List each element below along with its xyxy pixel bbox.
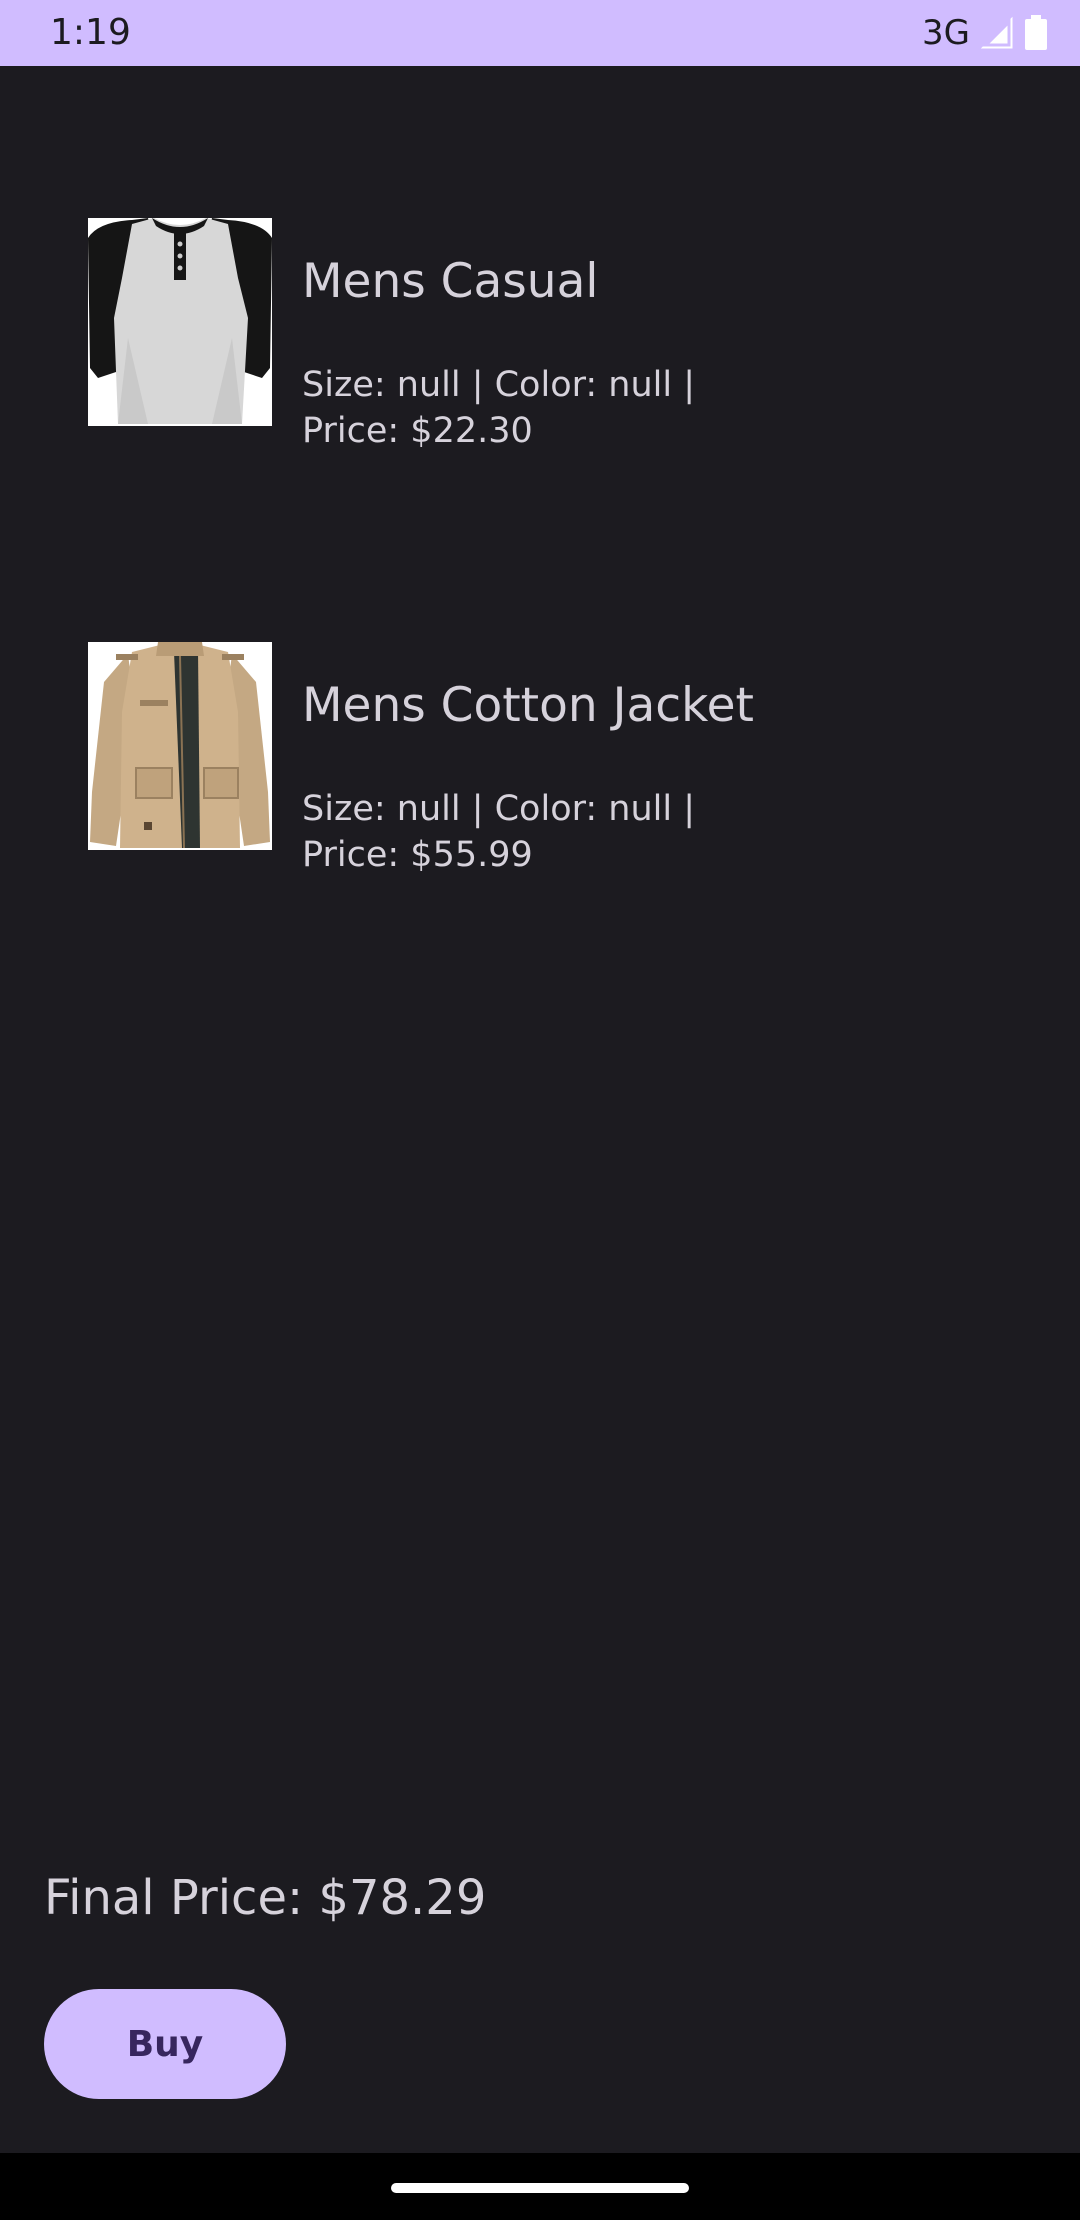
item-title: Mens Cotton Jacket bbox=[302, 678, 754, 733]
cart-screen: 1:19 3G Mens Casual Size: null | Color: … bbox=[0, 0, 1080, 2220]
khaki-cotton-jacket-icon bbox=[88, 642, 272, 850]
raglan-henley-shirt-icon bbox=[88, 218, 272, 426]
cart-item[interactable]: Mens Cotton Jacket Size: null | Color: n… bbox=[88, 642, 1008, 875]
status-time: 1:19 bbox=[50, 12, 131, 53]
network-type: 3G bbox=[922, 13, 970, 53]
item-details: Size: null | Color: null | Price: $55.99 bbox=[302, 789, 696, 875]
product-image bbox=[88, 218, 272, 426]
product-image bbox=[88, 642, 272, 850]
item-details: Size: null | Color: null | Price: $22.30 bbox=[302, 365, 696, 451]
navigation-bar bbox=[0, 2153, 1080, 2220]
item-title: Mens Casual bbox=[302, 254, 599, 309]
status-indicators: 3G bbox=[922, 10, 1048, 56]
buy-button[interactable]: Buy bbox=[44, 1989, 286, 2099]
cart-item[interactable]: Mens Casual Size: null | Color: null | P… bbox=[88, 218, 1008, 451]
final-price: Final Price: $78.29 bbox=[44, 1870, 487, 1926]
battery-icon bbox=[1025, 15, 1047, 50]
home-indicator[interactable] bbox=[391, 2183, 689, 2193]
status-bar: 1:19 3G bbox=[0, 0, 1080, 66]
cellular-signal-icon bbox=[980, 16, 1013, 49]
